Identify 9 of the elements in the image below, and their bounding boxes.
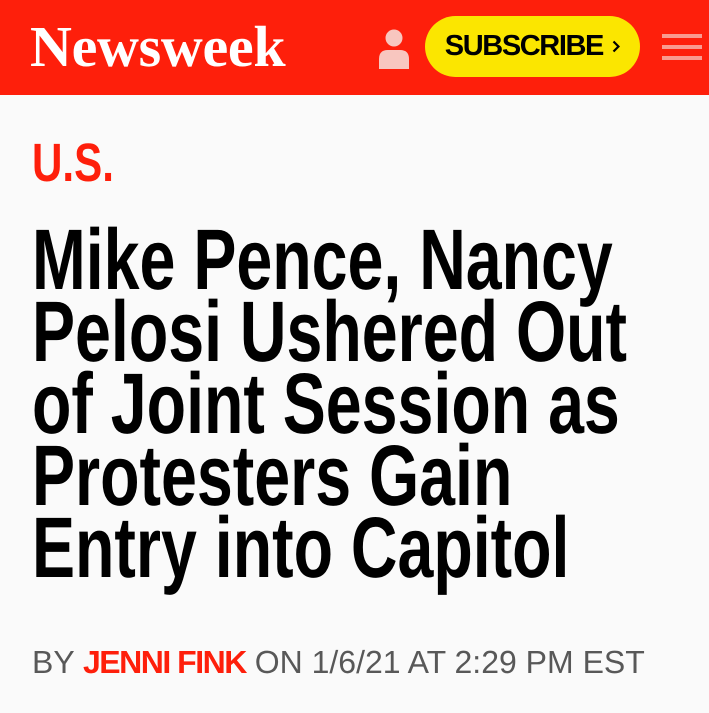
section-link[interactable]: U.S. [32, 136, 114, 190]
menu-icon[interactable] [662, 34, 702, 60]
byline: BY JENNI FINK ON 1/6/21 AT 2:29 PM EST [32, 643, 645, 682]
chevron-right-icon [612, 40, 620, 52]
subscribe-button[interactable]: SUBSCRIBE [424, 16, 640, 76]
user-icon[interactable] [378, 28, 409, 68]
newsweek-logo[interactable]: Newsweek [30, 18, 286, 76]
author-link[interactable]: JENNI FINK [83, 644, 246, 680]
headline: Mike Pence, Nancy Pelosi Ushered Out of Joint Session as Protesters Gain Entry into Capitol [32, 224, 628, 596]
